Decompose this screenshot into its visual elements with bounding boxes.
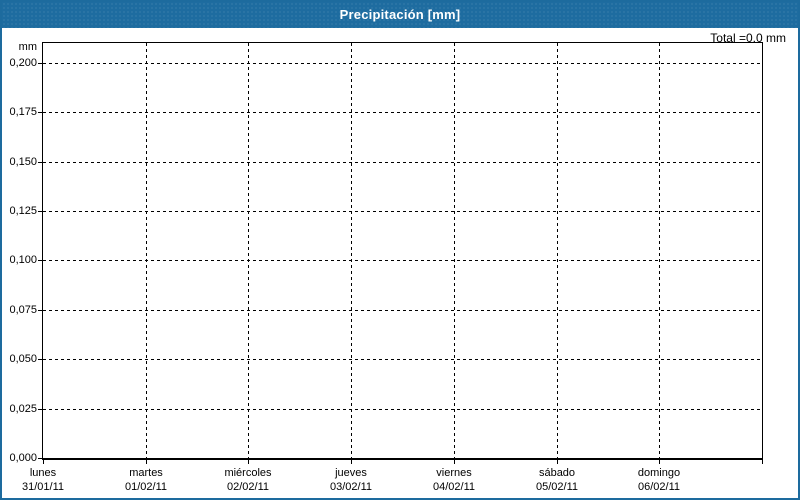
- gridline-h: [43, 310, 762, 311]
- gridline-h: [43, 359, 762, 360]
- chart-title: Precipitación [mm]: [2, 2, 798, 28]
- x-tick-label: domingo 06/02/11: [609, 466, 709, 494]
- gridline-v: [454, 43, 455, 458]
- x-tick-label: sábado 05/02/11: [507, 466, 607, 494]
- gridline-h: [43, 211, 762, 212]
- x-tick-mark: [43, 460, 44, 464]
- y-tick-label: 0,075: [9, 304, 37, 316]
- x-tick-mark: [351, 460, 352, 464]
- chart-frame: Precipitación [mm] Total =0,0 mm mm 0,20…: [0, 0, 800, 500]
- x-tick-label: martes 01/02/11: [96, 466, 196, 494]
- x-tick-day: miércoles: [224, 467, 272, 479]
- gridline-h: [43, 63, 762, 64]
- x-tick-date: 02/02/11: [226, 481, 269, 493]
- y-axis-unit-label: mm: [18, 41, 37, 53]
- gridline-h: [43, 260, 762, 261]
- y-tick-label: 0,000: [9, 452, 37, 464]
- x-tick-label: lunes 31/01/11: [0, 466, 93, 494]
- x-tick-mark: [454, 460, 455, 464]
- x-tick-day: jueves: [335, 467, 367, 479]
- x-tick-date: 31/01/11: [21, 481, 64, 493]
- y-tick-label: 0,200: [9, 57, 37, 69]
- y-tick-label: 0,150: [9, 156, 37, 168]
- gridline-v: [248, 43, 249, 458]
- y-tick-label: 0,100: [9, 254, 37, 266]
- x-tick-label: viernes 04/02/11: [404, 466, 504, 494]
- x-tick-label: miércoles 02/02/11: [198, 466, 298, 494]
- x-tick-mark: [557, 460, 558, 464]
- x-tick-date: 03/02/11: [329, 481, 372, 493]
- y-tick-label: 0,025: [9, 403, 37, 415]
- x-tick-label: jueves 03/02/11: [301, 466, 401, 494]
- gridline-h: [43, 409, 762, 410]
- gridline-v: [659, 43, 660, 458]
- x-tick-date: 01/02/11: [124, 481, 167, 493]
- gridline-v: [557, 43, 558, 458]
- gridline-v: [351, 43, 352, 458]
- x-tick-date: 06/02/11: [637, 481, 680, 493]
- y-tick-label: 0,175: [9, 106, 37, 118]
- x-tick-mark: [146, 460, 147, 464]
- x-tick-day: sábado: [538, 467, 576, 479]
- plot-area: [42, 42, 763, 460]
- x-tick-day: martes: [129, 467, 163, 479]
- x-tick-day: viernes: [436, 467, 472, 479]
- x-tick-day: domingo: [637, 467, 681, 479]
- x-tick-date: 05/02/11: [535, 481, 578, 493]
- x-tick-day: lunes: [29, 467, 57, 479]
- x-tick-mark: [659, 460, 660, 464]
- y-tick-label: 0,125: [9, 205, 37, 217]
- gridline-h: [43, 112, 762, 113]
- x-tick-mark: [762, 460, 763, 464]
- x-tick-date: 04/02/11: [432, 481, 475, 493]
- x-tick-mark: [248, 460, 249, 464]
- gridline-v: [146, 43, 147, 458]
- y-tick-label: 0,050: [9, 353, 37, 365]
- gridline-h: [43, 162, 762, 163]
